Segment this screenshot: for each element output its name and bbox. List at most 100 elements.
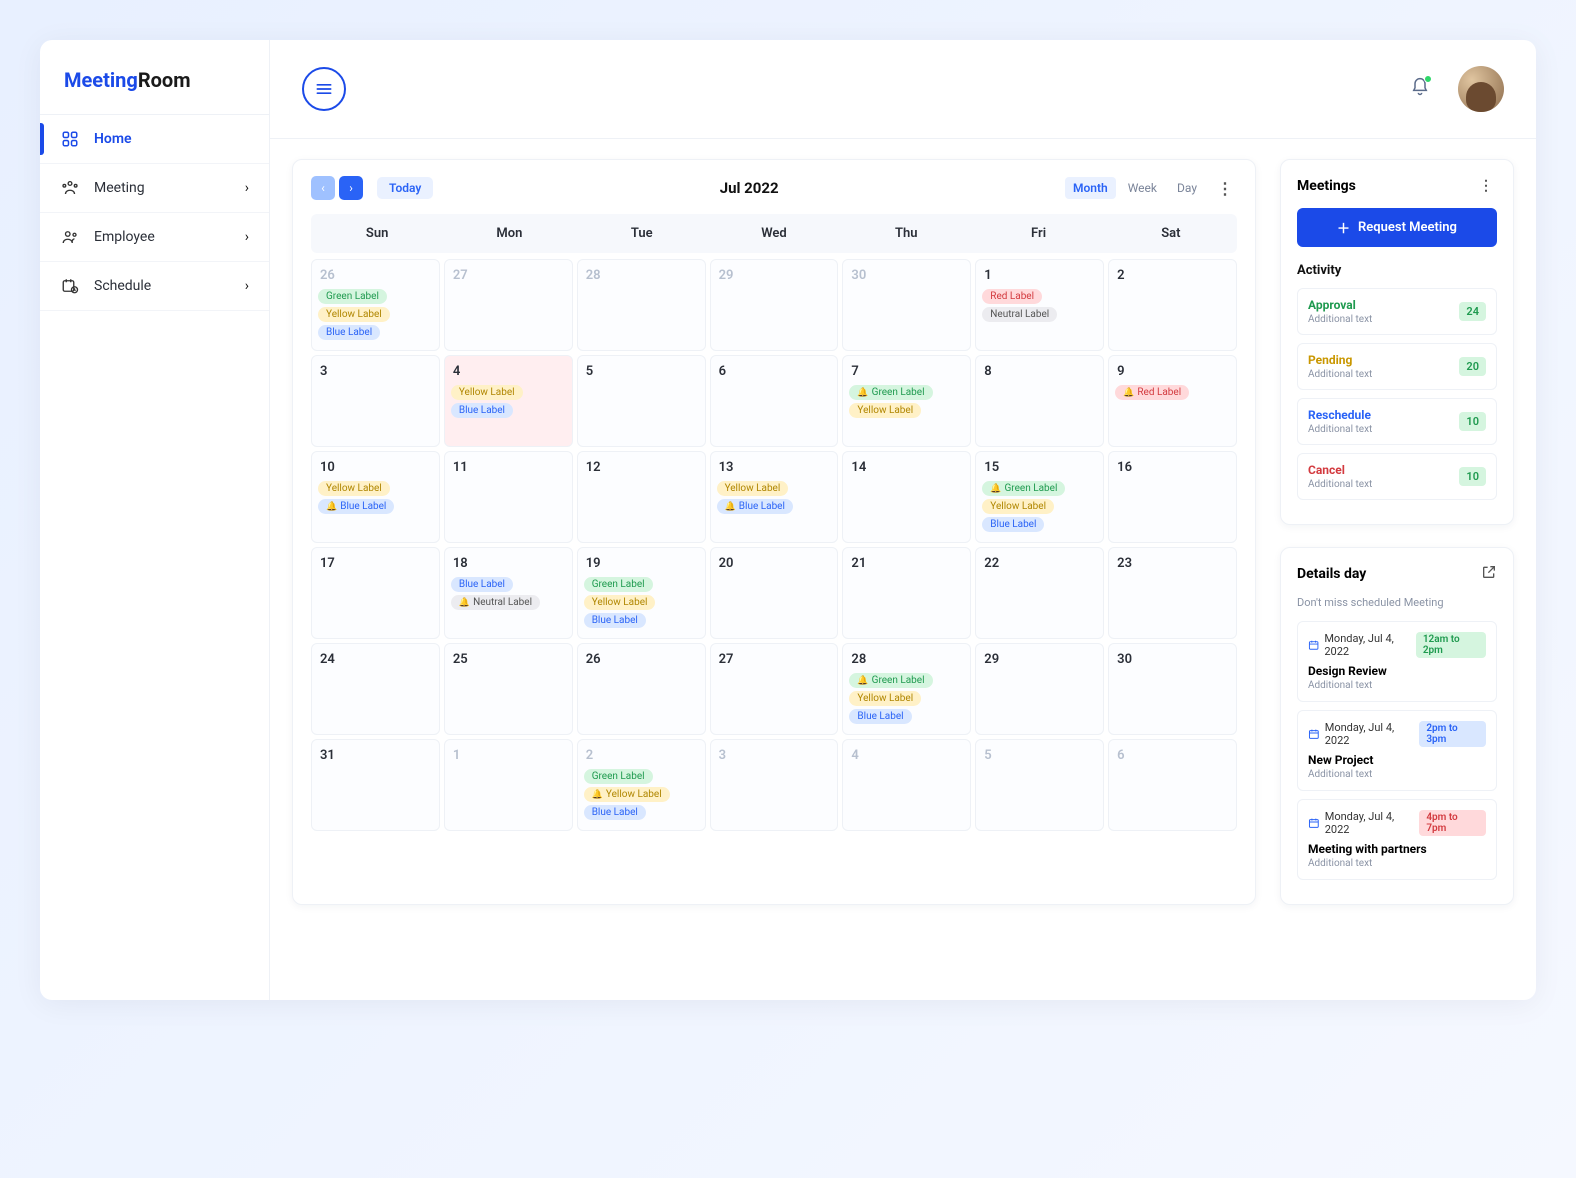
event-label[interactable]: Yellow Label (318, 307, 390, 322)
today-button[interactable]: Today (377, 177, 433, 199)
calendar-day-cell[interactable]: 9🔔Red Label (1108, 355, 1237, 447)
calendar-day-cell[interactable]: 14 (842, 451, 971, 543)
menu-button[interactable] (302, 67, 346, 111)
calendar-day-cell[interactable]: 10Yellow Label🔔Blue Label (311, 451, 440, 543)
calendar-day-cell[interactable]: 5 (577, 355, 706, 447)
details-item[interactable]: Monday, Jul 4, 20224pm to 7pmMeeting wit… (1297, 799, 1497, 880)
event-label[interactable]: Yellow Label (717, 481, 789, 496)
day-number: 11 (451, 460, 566, 475)
event-label[interactable]: Green Label (584, 769, 653, 784)
calendar-day-cell[interactable]: 24 (311, 643, 440, 735)
calendar-day-cell[interactable]: 28🔔Green LabelYellow LabelBlue Label (842, 643, 971, 735)
calendar-day-cell[interactable]: 12 (577, 451, 706, 543)
event-label[interactable]: Yellow Label (849, 691, 921, 706)
calendar-day-cell[interactable]: 31 (311, 739, 440, 831)
calendar-day-cell[interactable]: 4Yellow LabelBlue Label (444, 355, 573, 447)
calendar-day-cell[interactable]: 3 (710, 739, 839, 831)
calendar-day-cell[interactable]: 2 (1108, 259, 1237, 351)
request-meeting-button[interactable]: ＋ Request Meeting (1297, 208, 1497, 247)
calendar-day-cell[interactable]: 22 (975, 547, 1104, 639)
details-item[interactable]: Monday, Jul 4, 20222pm to 3pmNew Project… (1297, 710, 1497, 791)
event-label[interactable]: Green Label (584, 577, 653, 592)
calendar-day-cell[interactable]: 13Yellow Label🔔Blue Label (710, 451, 839, 543)
event-label[interactable]: 🔔Neutral Label (451, 595, 540, 610)
bell-icon: 🔔 (857, 676, 868, 686)
calendar-day-cell[interactable]: 19Green LabelYellow LabelBlue Label (577, 547, 706, 639)
event-label[interactable]: Blue Label (318, 325, 380, 340)
calendar-day-cell[interactable]: 15🔔Green LabelYellow LabelBlue Label (975, 451, 1104, 543)
event-label[interactable]: Blue Label (982, 517, 1044, 532)
calendar-day-cell[interactable]: 4 (842, 739, 971, 831)
calendar-day-cell[interactable]: 6 (1108, 739, 1237, 831)
calendar-more-button[interactable]: ⋮ (1213, 177, 1237, 200)
event-label[interactable]: 🔔Blue Label (717, 499, 793, 514)
calendar-day-cell[interactable]: 26 (577, 643, 706, 735)
event-label[interactable]: 🔔Green Label (849, 385, 932, 400)
sidebar-item-schedule[interactable]: Schedule › (40, 262, 269, 311)
prev-month-button[interactable]: ‹ (311, 176, 335, 200)
calendar-day-cell[interactable]: 26Green LabelYellow LabelBlue Label (311, 259, 440, 351)
sidebar-item-home[interactable]: Home (40, 115, 269, 164)
calendar-day-cell[interactable]: 1Red LabelNeutral Label (975, 259, 1104, 351)
calendar-day-cell[interactable]: 18Blue Label🔔Neutral Label (444, 547, 573, 639)
event-label[interactable]: Blue Label (451, 403, 513, 418)
event-label[interactable]: 🔔Yellow Label (584, 787, 670, 802)
calendar-day-cell[interactable]: 30 (842, 259, 971, 351)
avatar[interactable] (1458, 66, 1504, 112)
calendar-day-cell[interactable]: 6 (710, 355, 839, 447)
event-label[interactable]: Blue Label (584, 613, 646, 628)
event-label[interactable]: Yellow Label (982, 499, 1054, 514)
next-month-button[interactable]: › (339, 176, 363, 200)
calendar-day-cell[interactable]: 30 (1108, 643, 1237, 735)
calendar-day-cell[interactable]: 16 (1108, 451, 1237, 543)
view-day[interactable]: Day (1169, 177, 1205, 199)
sidebar-item-meeting[interactable]: Meeting › (40, 164, 269, 213)
view-month[interactable]: Month (1065, 177, 1116, 199)
sidebar-item-employee[interactable]: Employee › (40, 213, 269, 262)
event-label[interactable]: Blue Label (849, 709, 911, 724)
event-label[interactable]: 🔔Green Label (849, 673, 932, 688)
calendar-day-cell[interactable]: 23 (1108, 547, 1237, 639)
event-label[interactable]: Yellow Label (451, 385, 523, 400)
calendar-day-cell[interactable]: 27 (444, 259, 573, 351)
event-label[interactable]: Yellow Label (318, 481, 390, 496)
event-label[interactable]: 🔔Blue Label (318, 499, 394, 514)
event-label[interactable]: Red Label (982, 289, 1042, 304)
calendar-day-cell[interactable]: 29 (975, 643, 1104, 735)
details-item[interactable]: Monday, Jul 4, 202212am to 2pmDesign Rev… (1297, 621, 1497, 702)
activity-item[interactable]: CancelAdditional text10 (1297, 453, 1497, 500)
calendar-day-cell[interactable]: 27 (710, 643, 839, 735)
event-label[interactable]: Yellow Label (849, 403, 921, 418)
calendar-day-cell[interactable]: 25 (444, 643, 573, 735)
meetings-more-button[interactable]: ⋮ (1475, 176, 1497, 196)
calendar-day-cell[interactable]: 20 (710, 547, 839, 639)
bell-icon: 🔔 (592, 790, 603, 800)
event-label[interactable]: Yellow Label (584, 595, 656, 610)
day-number: 2 (1115, 268, 1230, 283)
activity-item[interactable]: ApprovalAdditional text24 (1297, 288, 1497, 335)
calendar-day-cell[interactable]: 17 (311, 547, 440, 639)
event-label[interactable]: 🔔Green Label (982, 481, 1065, 496)
event-label[interactable]: Green Label (318, 289, 387, 304)
calendar-day-cell[interactable]: 8 (975, 355, 1104, 447)
calendar-day-cell[interactable]: 2Green Label🔔Yellow LabelBlue Label (577, 739, 706, 831)
activity-item[interactable]: RescheduleAdditional text10 (1297, 398, 1497, 445)
calendar-day-cell[interactable]: 1 (444, 739, 573, 831)
calendar-day-cell[interactable]: 5 (975, 739, 1104, 831)
details-item-title: Meeting with partners (1308, 842, 1486, 856)
calendar-day-cell[interactable]: 28 (577, 259, 706, 351)
event-label[interactable]: 🔔Red Label (1115, 385, 1189, 400)
calendar-day-cell[interactable]: 7🔔Green LabelYellow Label (842, 355, 971, 447)
open-external-icon[interactable] (1481, 564, 1497, 584)
calendar-day-cell[interactable]: 29 (710, 259, 839, 351)
event-label[interactable]: Blue Label (451, 577, 513, 592)
calendar-day-cell[interactable]: 3 (311, 355, 440, 447)
calendar-day-cell[interactable]: 11 (444, 451, 573, 543)
day-labels: 🔔Red Label (1115, 385, 1230, 400)
event-label[interactable]: Neutral Label (982, 307, 1057, 322)
view-week[interactable]: Week (1120, 177, 1165, 199)
calendar-day-cell[interactable]: 21 (842, 547, 971, 639)
activity-item[interactable]: PendingAdditional text20 (1297, 343, 1497, 390)
event-label[interactable]: Blue Label (584, 805, 646, 820)
notifications-button[interactable] (1410, 77, 1430, 101)
